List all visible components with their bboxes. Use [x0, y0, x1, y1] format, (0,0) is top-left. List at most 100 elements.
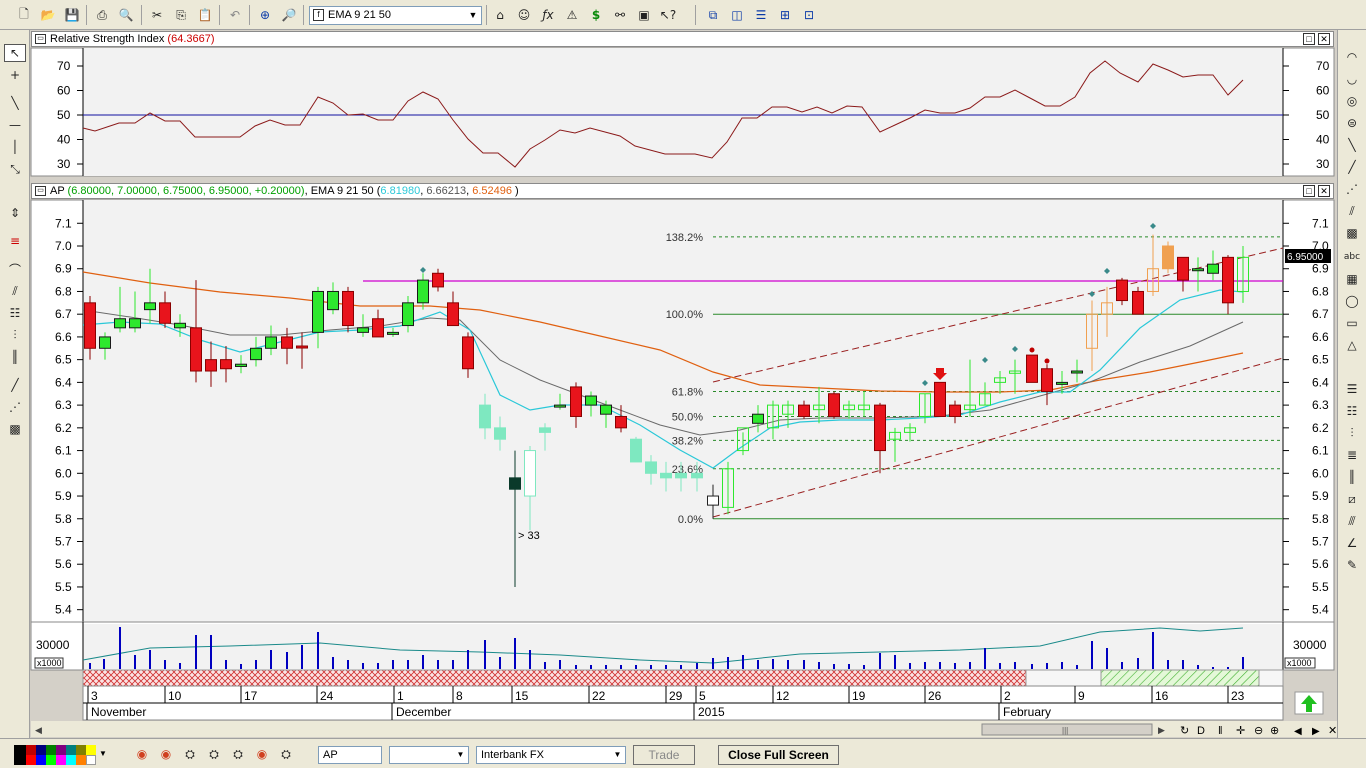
step-left-icon[interactable]: ◀ — [1294, 726, 1302, 737]
price-label-left: 5.9 — [55, 489, 72, 503]
zoom-in-icon[interactable]: ⊕ — [1270, 725, 1279, 737]
price-label-left: 6.9 — [55, 262, 72, 276]
candle-body — [509, 477, 521, 490]
scroll-left-icon[interactable]: ◀ — [35, 725, 42, 735]
last-price-text: 6.95000 — [1287, 252, 1324, 263]
chart-canvas[interactable]: 70 7060 6050 5040 4030 30 7.1 7.17.0 7.06.9 6.96… — [0, 0, 1366, 738]
refresh-icon[interactable]: ↻ — [1180, 725, 1189, 737]
network-icon[interactable]: ⛭ — [204, 744, 224, 764]
color-swatch[interactable] — [26, 755, 36, 765]
rsi-level-label-left: 30 — [57, 157, 71, 171]
price-label-left: 7.1 — [55, 216, 72, 230]
dot-marker — [1029, 347, 1035, 353]
price-label-right: 6.3 — [1312, 398, 1329, 412]
color-swatch[interactable] — [86, 755, 96, 765]
color-swatch[interactable] — [56, 745, 66, 755]
close-pane-icon[interactable]: ✕ — [1328, 725, 1337, 737]
color-swatch[interactable] — [14, 745, 26, 765]
price-label-right: 6.1 — [1312, 444, 1329, 458]
fib-level-label: 38.2% — [672, 435, 703, 447]
rsi-level-label-right: 30 — [1316, 157, 1330, 171]
candle-body — [874, 404, 886, 452]
trade-button[interactable]: Trade — [633, 745, 695, 765]
day-label: 1 — [397, 689, 404, 703]
rsi-level-label-left: 60 — [57, 84, 71, 98]
rsi-level-label-right: 40 — [1316, 133, 1330, 147]
color-swatch[interactable] — [66, 745, 76, 755]
candle-body — [1192, 268, 1204, 272]
candle-body — [645, 461, 657, 474]
candle-body — [1056, 381, 1068, 385]
dot-marker — [1044, 358, 1050, 364]
browser-icon[interactable]: ◉ — [156, 744, 176, 764]
candle-body — [524, 450, 536, 497]
fib-level-label: 61.8% — [672, 386, 703, 398]
candle-body — [934, 381, 946, 417]
color-swatch[interactable] — [66, 755, 76, 765]
month-label: December — [396, 705, 451, 719]
fib-level-label: 138.2% — [666, 232, 704, 244]
network-icon[interactable]: ⛭ — [180, 744, 200, 764]
candle-body — [312, 290, 324, 333]
candle-body — [190, 327, 202, 372]
candle-body — [752, 413, 764, 424]
candle-body — [691, 472, 703, 479]
color-swatch[interactable] — [86, 745, 96, 755]
price-label-left: 5.8 — [55, 512, 72, 526]
color-swatch[interactable] — [26, 745, 36, 755]
day-label: 9 — [1078, 689, 1085, 703]
color-swatch[interactable] — [76, 755, 86, 765]
candle-body — [1162, 245, 1174, 270]
color-swatch[interactable] — [46, 745, 56, 755]
day-label: 5 — [699, 689, 706, 703]
day-label: 3 — [91, 689, 98, 703]
day-label: 23 — [1231, 689, 1245, 703]
volume-scale-left: 30000 — [36, 638, 70, 652]
zoom-out-icon[interactable]: ⊖ — [1254, 725, 1263, 737]
step-right-icon[interactable]: ▶ — [1312, 726, 1320, 737]
candle-body — [265, 336, 277, 349]
browser-icon[interactable]: ◉ — [252, 744, 272, 764]
price-label-left: 6.6 — [55, 330, 72, 344]
network-icon[interactable]: ⛭ — [228, 744, 248, 764]
day-label: 10 — [168, 689, 182, 703]
symbol-input[interactable]: AP — [318, 746, 382, 764]
candle-body — [949, 404, 961, 417]
scroll-right-icon[interactable]: ▶ — [1158, 725, 1165, 735]
network-icon[interactable]: ⛭ — [276, 744, 296, 764]
price-label-left: 7.0 — [55, 239, 72, 253]
browser-icon[interactable]: ◉ — [132, 744, 152, 764]
color-swatch[interactable] — [76, 745, 86, 755]
scrollbar-grip-icon: ||| — [1062, 726, 1068, 735]
candle-body — [539, 427, 551, 433]
data-source-select[interactable]: Interbank FX ▼ — [476, 746, 626, 764]
price-label-right: 6.6 — [1312, 330, 1329, 344]
chevron-down-icon: ▼ — [613, 750, 622, 759]
candle-body — [494, 427, 506, 440]
cursor-icon[interactable]: ✛ — [1236, 725, 1245, 737]
rsi-level-label-left: 40 — [57, 133, 71, 147]
bar-width-icon[interactable]: ‖ — [1218, 725, 1223, 737]
volume-multiplier-left: x1000 — [37, 658, 62, 668]
trend-strip-neutral — [1258, 669, 1284, 687]
candle-body — [585, 395, 597, 406]
status-toolbar: ▼ ◉ ◉ ⛭ ⛭ ⛭ ◉ ⛭ AP ▼ Interbank FX ▼ Trad… — [0, 738, 1366, 768]
day-label: 24 — [320, 689, 334, 703]
trend-strip-bearish — [82, 669, 1027, 687]
day-period-icon[interactable]: D — [1197, 725, 1205, 737]
month-label: February — [1003, 705, 1051, 719]
rsi-level-label-left: 50 — [57, 108, 71, 122]
candle-body — [84, 302, 96, 349]
price-label-right: 5.6 — [1312, 557, 1329, 571]
chevron-down-icon[interactable]: ▼ — [99, 749, 107, 758]
color-swatch[interactable] — [46, 755, 56, 765]
color-palette[interactable] — [14, 745, 98, 765]
close-full-screen-button[interactable]: Close Full Screen — [718, 745, 839, 765]
period-select[interactable]: ▼ — [389, 746, 469, 764]
symbol-input-value: AP — [323, 749, 338, 761]
candle-body — [159, 302, 171, 324]
candle-body — [99, 336, 111, 349]
color-swatch[interactable] — [56, 755, 66, 765]
color-swatch[interactable] — [36, 745, 46, 755]
color-swatch[interactable] — [36, 755, 46, 765]
